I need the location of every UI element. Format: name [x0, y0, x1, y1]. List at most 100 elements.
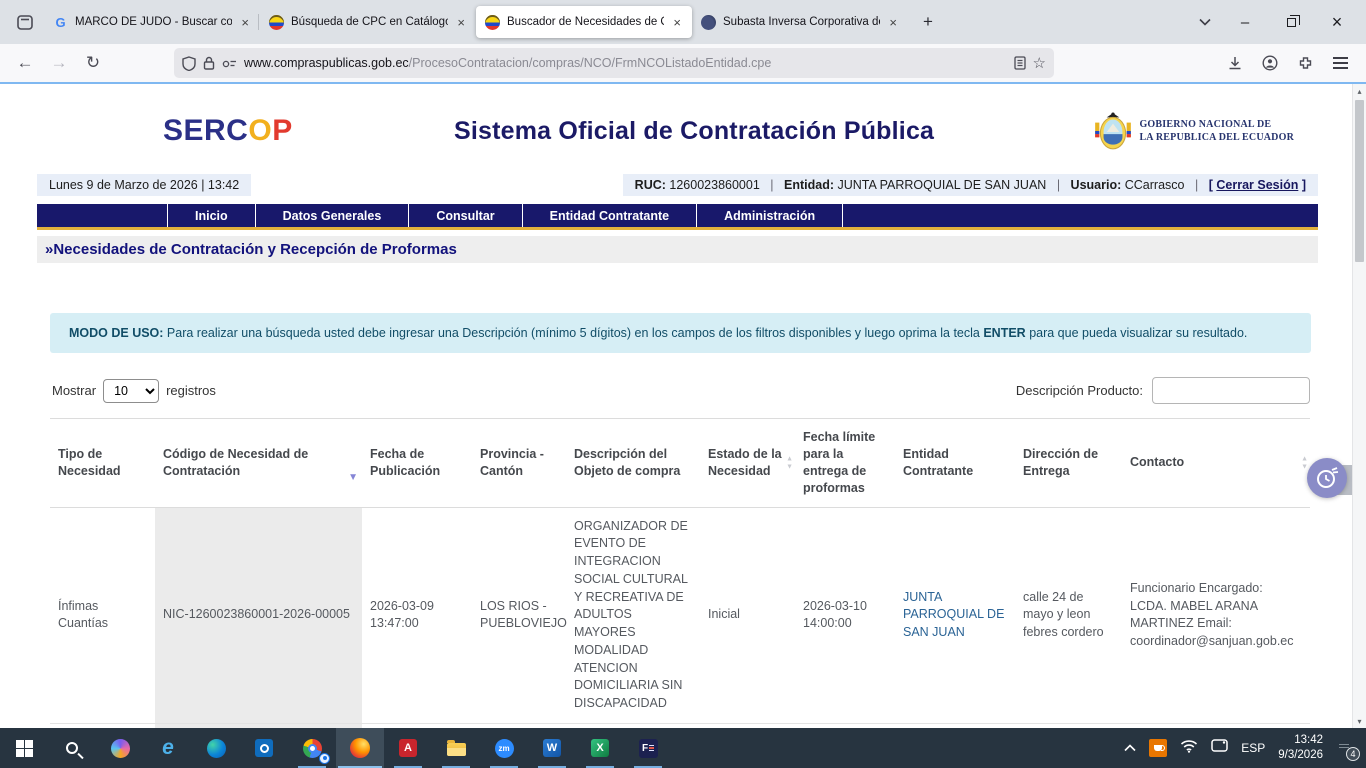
address-bar[interactable]: www.compraspublicas.gob.ec/ProcesoContra… [174, 48, 1054, 78]
zoom-icon: zm [495, 739, 514, 758]
col-fecha-limite[interactable]: Fecha límite para la entrega de proforma… [795, 419, 895, 508]
feo-app-icon: F [639, 739, 658, 758]
language-indicator[interactable]: ESP [1241, 741, 1265, 755]
coffee-cup-icon [1154, 745, 1162, 751]
col-tipo-necesidad[interactable]: Tipo de Necesidad [50, 419, 155, 508]
zoom-button[interactable]: zm [480, 728, 528, 768]
url-text[interactable]: www.compraspublicas.gob.ec/ProcesoContra… [244, 56, 1007, 70]
extensions-icon[interactable] [1298, 56, 1313, 71]
col-direccion-entrega[interactable]: Dirección de Entrega [1015, 419, 1122, 508]
timer-widget-button[interactable] [1307, 458, 1347, 498]
copilot-button[interactable] [96, 728, 144, 768]
col-descripcion[interactable]: Descripción del Objeto de compra [566, 419, 700, 508]
edge-button[interactable] [192, 728, 240, 768]
back-button[interactable]: ← [10, 49, 40, 77]
entidad-link[interactable]: JUNTA PARROQUIAL DE SAN JUAN [903, 590, 1004, 640]
gov-line-2: LA REPUBLICA DEL ECUADOR [1139, 131, 1294, 145]
nav-item-consultar[interactable]: Consultar [409, 204, 522, 227]
col-estado-label: Estado de la Necesidad [708, 447, 782, 478]
col-entidad-contratante[interactable]: Entidad Contratante [895, 419, 1015, 508]
tab-close-icon[interactable]: × [455, 15, 467, 30]
restore-button[interactable] [1268, 4, 1314, 40]
sort-both-icon[interactable]: ▲▼ [1301, 455, 1308, 470]
tab-busqueda-cpc[interactable]: Búsqueda de CPC en Catálogo E × [260, 6, 476, 38]
clock[interactable]: 13:42 9/3/2026 [1278, 733, 1323, 763]
chrome-button[interactable] [288, 728, 336, 768]
tab-buscador-necesidades[interactable]: Buscador de Necesidades de Co × [476, 6, 692, 38]
col-codigo[interactable]: Código de Necesidad de Contratación▼ [155, 419, 362, 508]
reader-mode-icon[interactable] [1014, 56, 1026, 70]
page-size-select[interactable]: 10 [103, 379, 159, 403]
scroll-up-icon[interactable]: ▴ [1353, 84, 1366, 98]
nav-item-entidad-contratante[interactable]: Entidad Contratante [523, 204, 697, 227]
account-icon[interactable] [1262, 55, 1278, 71]
acrobat-button[interactable]: A [384, 728, 432, 768]
bracket-open: [ [1209, 178, 1213, 192]
notice-suffix: para que pueda visualizar su resultado. [1026, 326, 1248, 340]
word-button[interactable]: W [528, 728, 576, 768]
site-header: SERCOP Sistema Oficial de Contratación P… [23, 96, 1330, 166]
menu-icon[interactable] [1333, 62, 1348, 64]
scroll-down-icon[interactable]: ▾ [1353, 714, 1366, 728]
cell-fecha-pub: 2026-03-09 13:47:00 [362, 507, 472, 723]
tab-close-icon[interactable]: × [887, 15, 899, 30]
file-explorer-button[interactable] [432, 728, 480, 768]
google-favicon-icon: G [53, 15, 68, 30]
cast-display-icon[interactable] [1211, 739, 1228, 757]
close-button[interactable]: × [1314, 4, 1360, 40]
description-input[interactable] [1152, 377, 1310, 404]
session-bar: Lunes 9 de Marzo de 2026 | 13:42 RUC: 12… [37, 174, 1318, 196]
taskbar-search-button[interactable] [48, 728, 96, 768]
minimize-button[interactable]: – [1222, 4, 1268, 40]
list-all-tabs-icon[interactable] [1188, 8, 1222, 36]
reload-button[interactable]: ↻ [78, 49, 108, 77]
tray-time: 13:42 [1278, 733, 1323, 748]
new-tab-button[interactable]: + [914, 8, 942, 36]
logout-link[interactable]: Cerrar Sesión [1216, 178, 1298, 192]
page-scrollbar[interactable]: ▴ ▾ [1352, 84, 1366, 728]
forward-button[interactable]: → [44, 49, 74, 77]
wifi-icon[interactable] [1180, 739, 1198, 758]
tab-subasta-inversa[interactable]: Subasta Inversa Corporativa de × [692, 6, 908, 38]
firefox-view-icon[interactable] [12, 9, 38, 35]
session-info-box: RUC: 1260023860001 | Entidad: JUNTA PARR… [623, 174, 1318, 196]
col-contacto[interactable]: Contacto ▲▼ [1122, 419, 1310, 508]
bookmark-star-icon[interactable]: ☆ [1033, 54, 1046, 72]
notice-body: Para realizar una búsqueda usted debe in… [163, 326, 983, 340]
col-contacto-label: Contacto [1130, 455, 1184, 469]
nav-item-inicio[interactable]: Inicio [167, 204, 256, 227]
internet-explorer-button[interactable]: e [144, 728, 192, 768]
firefox-button[interactable] [336, 728, 384, 768]
ecuador-favicon-icon [269, 15, 284, 30]
col-estado[interactable]: Estado de la Necesidad ▲▼ [700, 419, 795, 508]
gov-line-1: GOBIERNO NACIONAL DE [1139, 118, 1294, 132]
sort-both-icon[interactable]: ▲▼ [786, 455, 793, 470]
nav-item-datos-generales[interactable]: Datos Generales [256, 204, 410, 227]
excel-button[interactable]: X [576, 728, 624, 768]
tab-close-icon[interactable]: × [671, 15, 683, 30]
downloads-icon[interactable] [1228, 56, 1242, 71]
sort-desc-icon[interactable]: ▼ [348, 471, 358, 485]
start-button[interactable] [0, 728, 48, 768]
notice-enter: ENTER [983, 326, 1025, 340]
feo-app-button[interactable]: F [624, 728, 672, 768]
page-viewport: SERCOP Sistema Oficial de Contratación P… [0, 84, 1366, 728]
notification-center-button[interactable]: 4 [1336, 740, 1356, 757]
java-icon[interactable] [1149, 739, 1167, 757]
outlook-button[interactable] [240, 728, 288, 768]
windows-logo-icon [16, 740, 33, 757]
permissions-icon[interactable] [222, 57, 237, 69]
col-provincia[interactable]: Provincia - Cantón [472, 419, 566, 508]
shield-icon[interactable] [182, 56, 196, 71]
col-fecha-publicacion[interactable]: Fecha de Publicación [362, 419, 472, 508]
description-filter: Descripción Producto: [1016, 377, 1310, 404]
cell-fecha-limite: 2026-03-10 14:00:00 [795, 507, 895, 723]
nav-item-administracion[interactable]: Administración [697, 204, 843, 227]
separator: | [1057, 178, 1060, 192]
tab-marco-de-judo[interactable]: G MARCO DE JUDO - Buscar con G × [44, 6, 260, 38]
tab-close-icon[interactable]: × [239, 15, 251, 30]
toolbar-right-icons [1228, 55, 1356, 71]
lock-icon[interactable] [203, 56, 215, 70]
tray-chevron-icon[interactable] [1124, 739, 1136, 757]
scrollbar-thumb[interactable] [1355, 100, 1364, 262]
